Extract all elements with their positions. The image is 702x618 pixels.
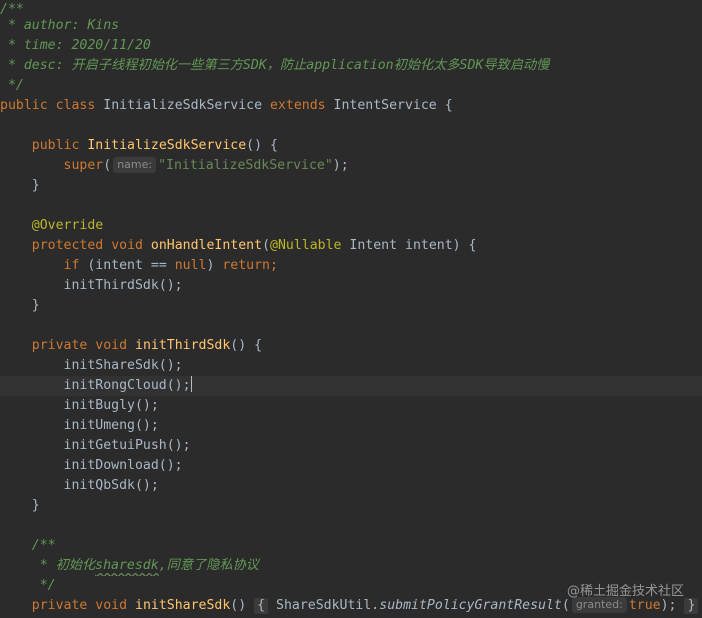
parameter-hint: granted: [571,597,627,613]
code-line: private void initShareSdk() { ShareSdkUt… [0,596,702,616]
method-call: initShareSdk(); [63,358,183,373]
keyword: if [63,258,80,273]
javadoc-desc: * desc: 开启子线程初始化一些第三方SDK，防止application初始… [0,58,550,73]
code-line: } [0,296,702,316]
javadoc-text: ,同意了隐私协议 [158,558,259,573]
javadoc-close: */ [31,578,56,593]
keyword: extends [270,98,326,113]
javadoc-text: * 初始化 [31,558,96,573]
semicolon: ; [270,258,278,273]
class-ref: ShareSdkUtil. [268,598,380,613]
constructor-name: InitializeSdkService [87,138,247,153]
method-name: initShareSdk [135,598,231,613]
code-line: */ [0,76,702,96]
code-line: initBugly(); [0,396,702,416]
current-code-line: initRongCloud(); [0,376,702,396]
parameter-hint: name: [113,157,157,173]
params: Intent intent) { [341,238,477,253]
javadoc-close: */ [0,78,24,93]
method-call: initThirdSdk(); [63,278,183,293]
brace: { [444,98,453,113]
brace: } [31,178,40,193]
javadoc-open: /** [0,2,24,17]
parent-class: IntentService [333,98,437,113]
code-line: initQbSdk(); [0,476,702,496]
javadoc-open: /** [31,538,56,553]
brace: } [31,498,40,513]
keyword: void [111,238,143,253]
parens: () { [246,138,278,153]
parens: () { [230,338,263,353]
keyword: void [95,338,128,353]
keyword: void [95,598,128,613]
method-name: onHandleIntent [150,238,263,253]
method-call: initBugly(); [63,398,159,413]
code-line: } [0,176,702,196]
code-editor[interactable]: /** * author: Kins * time: 2020/11/20 * … [0,0,702,618]
keyword: null [174,258,207,273]
keyword: public [31,138,80,153]
annotation: @Nullable [270,238,342,253]
watermark: @稀土掘金技术社区 [566,584,684,599]
code-line: protected void onHandleIntent(@Nullable … [31,238,477,253]
code-line: initShareSdk(); [0,356,702,376]
code-line: initGetuiPush(); [0,436,702,456]
code-line: if (intent == null) return; [63,258,278,273]
code-line: initDownload(); [0,456,702,476]
keyword: private [31,598,88,613]
keyword: protected [31,238,104,253]
fold-marker[interactable]: } [684,598,699,614]
code-line: initThirdSdk(); [0,276,702,296]
code-line: public InitializeSdkService() { [0,136,702,156]
annotation: @Override [31,218,104,233]
brace: } [31,298,40,313]
parens: () [230,598,247,613]
keyword: public [0,98,48,113]
code-line: initUmeng(); [0,416,702,436]
code-line: } [0,496,702,516]
code-line: * time: 2020/11/20 [0,36,702,56]
code-line: private void initThirdSdk() { [0,336,702,356]
keyword: private [31,338,88,353]
method-call: initUmeng(); [63,418,159,433]
method-call: initGetuiPush(); [63,438,191,453]
keyword: super [63,158,104,173]
method-call: initQbSdk(); [63,478,159,493]
code-line: public class InitializeSdkService extend… [0,96,702,116]
static-method-call: submitPolicyGrantResult [379,598,562,613]
method-name: initThirdSdk [135,338,231,353]
method-call: initDownload(); [63,458,183,473]
code-line: super(name: "InitializeSdkService"); [63,157,349,173]
javadoc-word: sharesdk [95,558,159,573]
javadoc-author: * author: Kins [0,18,120,33]
code-line: @Override [0,216,702,236]
class-name: InitializeSdkService [103,98,263,113]
string-literal: "InitializeSdkService" [158,158,333,173]
code-line: /** [0,536,702,556]
code-line: * 初始化sharesdk,同意了隐私协议 [0,556,702,576]
method-call: initRongCloud(); [63,378,191,393]
javadoc-time: * time: 2020/11/20 [0,38,151,53]
statement-end: ); [660,598,677,613]
statement-end: ); [332,158,349,173]
keyword: true [628,598,661,613]
text-cursor [190,376,192,392]
condition: (intent == [79,258,175,273]
keyword: return [222,258,270,273]
keyword: class [55,98,96,113]
code-line: * author: Kins [0,16,702,36]
code-line: * desc: 开启子线程初始化一些第三方SDK，防止application初始… [0,56,702,76]
fold-marker[interactable]: { [254,598,269,614]
